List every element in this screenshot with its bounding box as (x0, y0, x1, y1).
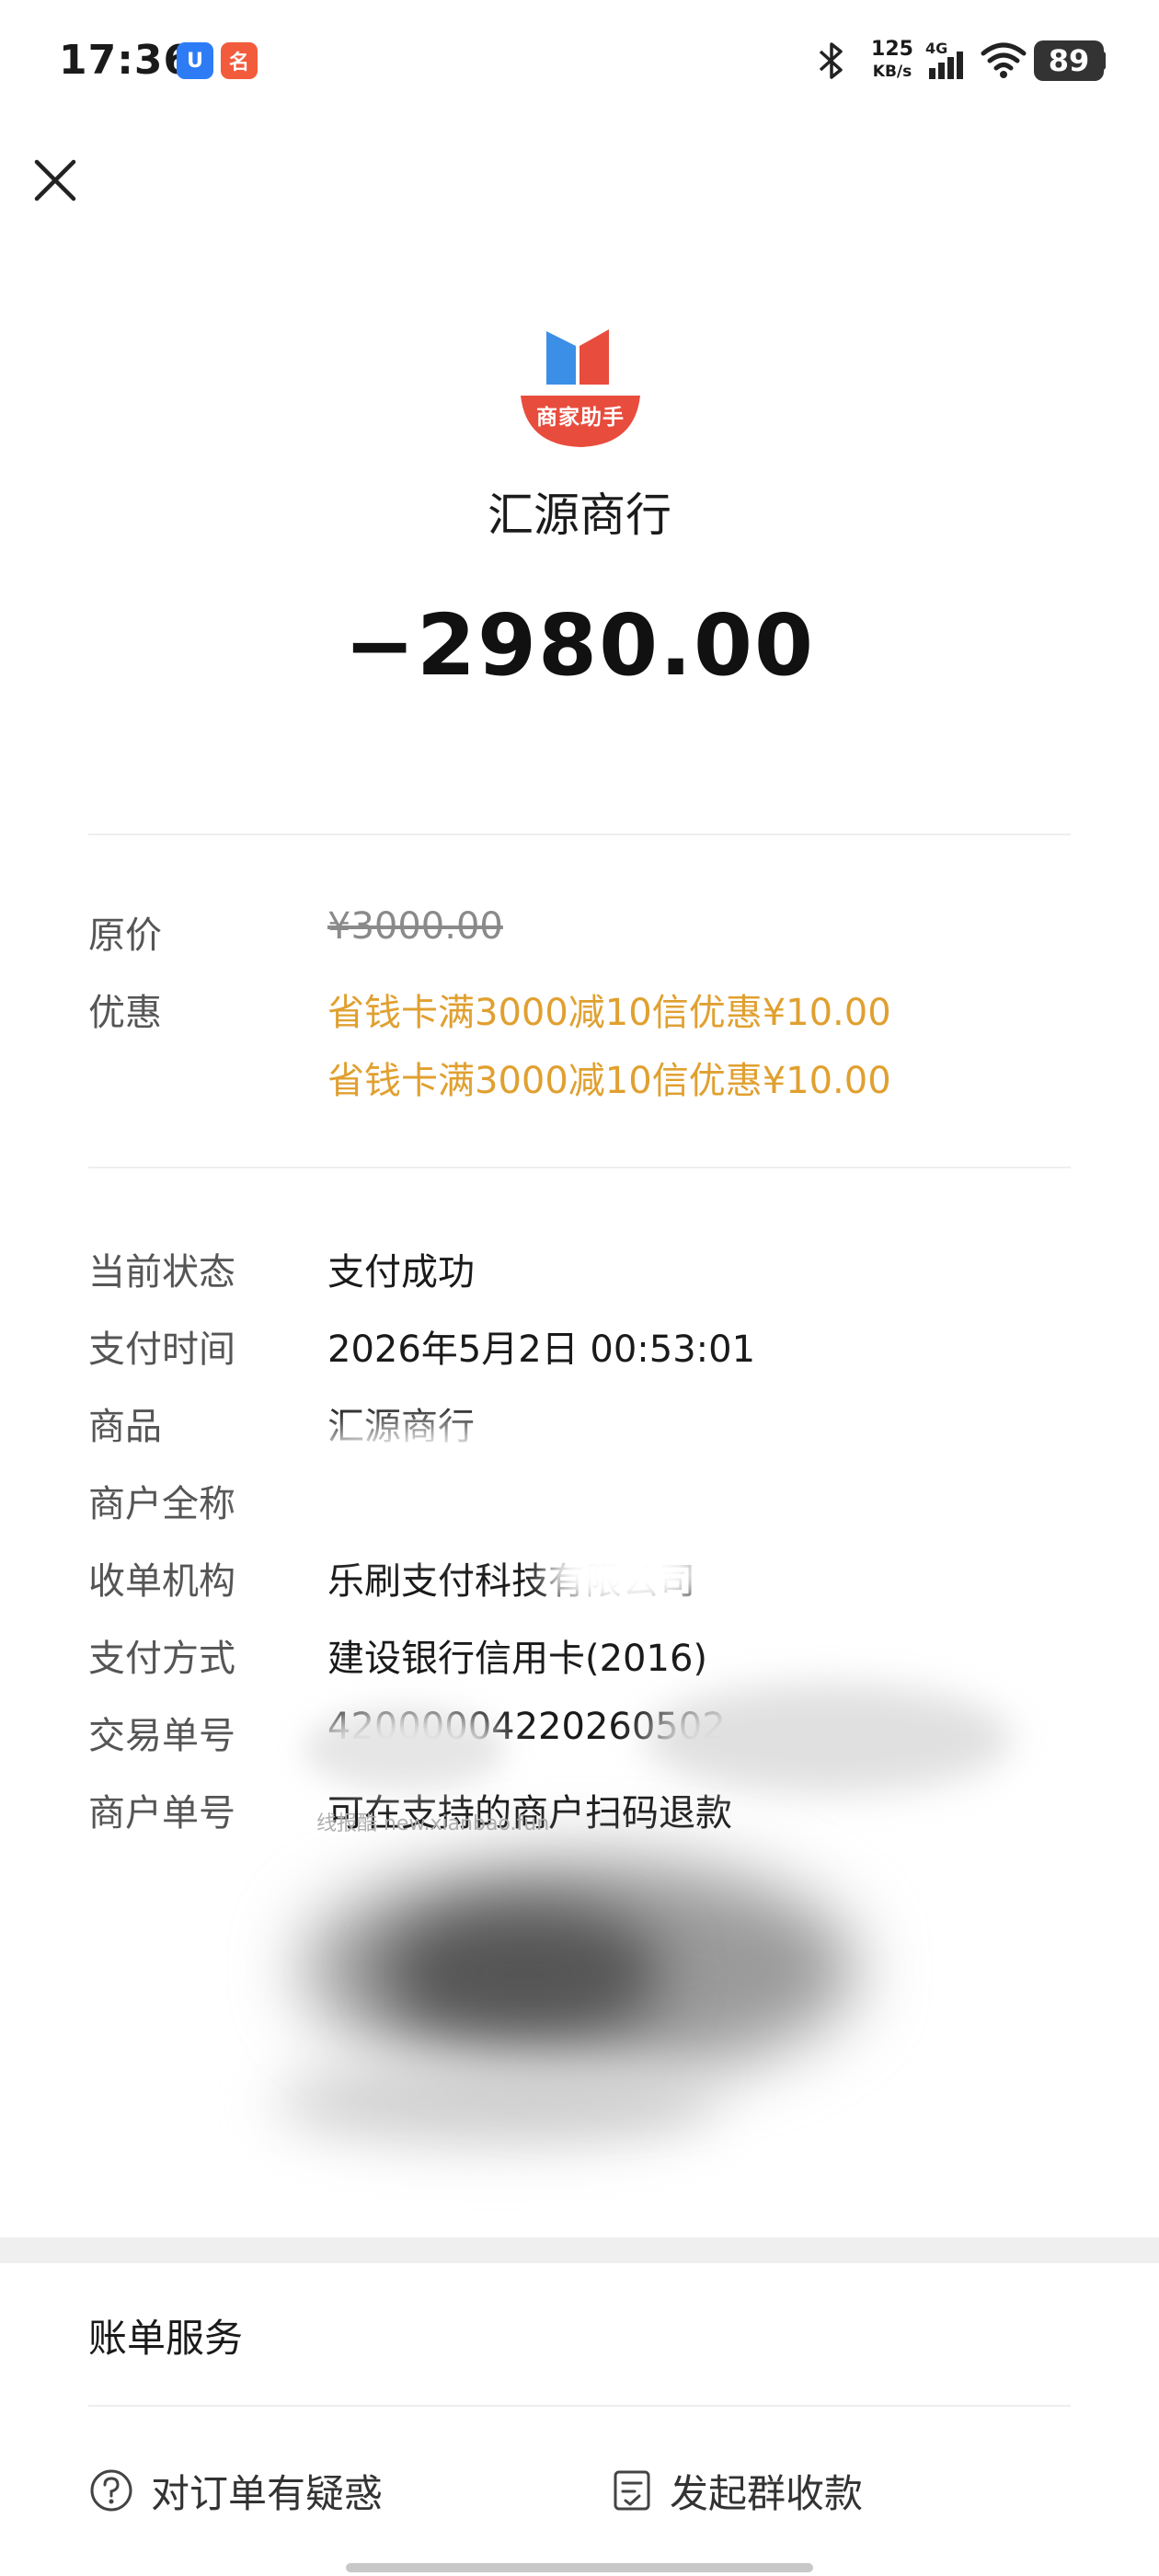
original-price-label: 原价 (88, 914, 162, 957)
battery-indicator: 89 (1034, 40, 1104, 81)
detail-label-payment-method: 支付方式 (88, 1638, 235, 1680)
wifi-icon (981, 42, 1027, 78)
divider (88, 1167, 1071, 1168)
battery-tip (1100, 52, 1106, 70)
original-price-value: ¥3000.00 (327, 905, 503, 948)
detail-label-time: 支付时间 (88, 1328, 235, 1371)
network-type-label: 4G (925, 40, 947, 57)
app-notification-icon: 名 (221, 42, 258, 79)
redaction-blur (248, 1426, 589, 1546)
group-collect-icon (614, 2470, 650, 2511)
order-question-button[interactable]: 对订单有疑惑 (88, 2458, 383, 2523)
detail-value-payment-method: 建设银行信用卡(2016) (327, 1638, 708, 1680)
detail-label-acquirer: 收单机构 (88, 1560, 235, 1603)
cellular-signal-icon: 4G (925, 40, 963, 79)
order-question-label: 对订单有疑惑 (151, 2470, 384, 2516)
detail-label-merchant-order: 商户单号 (88, 1792, 235, 1834)
question-circle-icon (90, 2469, 132, 2512)
detail-label-transaction-id: 交易单号 (88, 1715, 235, 1757)
divider (88, 2405, 1071, 2407)
redaction-blur (386, 1904, 662, 2042)
divider (88, 834, 1071, 835)
detail-label-product: 商品 (88, 1406, 162, 1448)
status-bar: 17:36 U 名 125 KB/s 4G 89 (0, 0, 1159, 129)
home-indicator[interactable] (346, 2563, 813, 2572)
detail-value-time: 2026年5月2日 00:53:01 (327, 1328, 756, 1371)
detail-label-merchant-fullname: 商户全称 (88, 1483, 235, 1525)
payment-amount: −2980.00 (343, 596, 816, 695)
detail-label-status: 当前状态 (88, 1251, 235, 1294)
redaction-blur (644, 1684, 1012, 1794)
section-separator (0, 2237, 1159, 2263)
network-speed: 125 KB/s (868, 39, 916, 83)
status-time: 17:36 (59, 37, 193, 84)
redaction-blur (304, 1708, 506, 1790)
watermark-text: 线报酷 new.xianbao.fun (316, 1812, 550, 1835)
group-collect-label: 发起群收款 (670, 2470, 864, 2516)
redaction-blur (276, 2061, 717, 2144)
app-notification-icon: U (177, 42, 213, 79)
bluetooth-icon (819, 42, 843, 79)
bill-service-title: 账单服务 (88, 2316, 244, 2361)
detail-value-status: 支付成功 (327, 1251, 475, 1294)
group-collect-button[interactable]: 发起群收款 (611, 2458, 863, 2523)
redaction-blur (543, 1536, 708, 1610)
merchant-logo-text: 商家助手 (536, 406, 625, 430)
merchant-name: 汇源商行 (488, 489, 671, 542)
discount-item: 省钱卡满3000减10信优惠¥10.00 (327, 1060, 891, 1102)
discount-label: 优惠 (88, 992, 162, 1034)
discount-item: 省钱卡满3000减10信优惠¥10.00 (327, 992, 891, 1034)
close-icon[interactable] (28, 153, 83, 208)
network-speed-unit: KB/s (872, 63, 912, 81)
network-speed-value: 125 (871, 38, 913, 61)
